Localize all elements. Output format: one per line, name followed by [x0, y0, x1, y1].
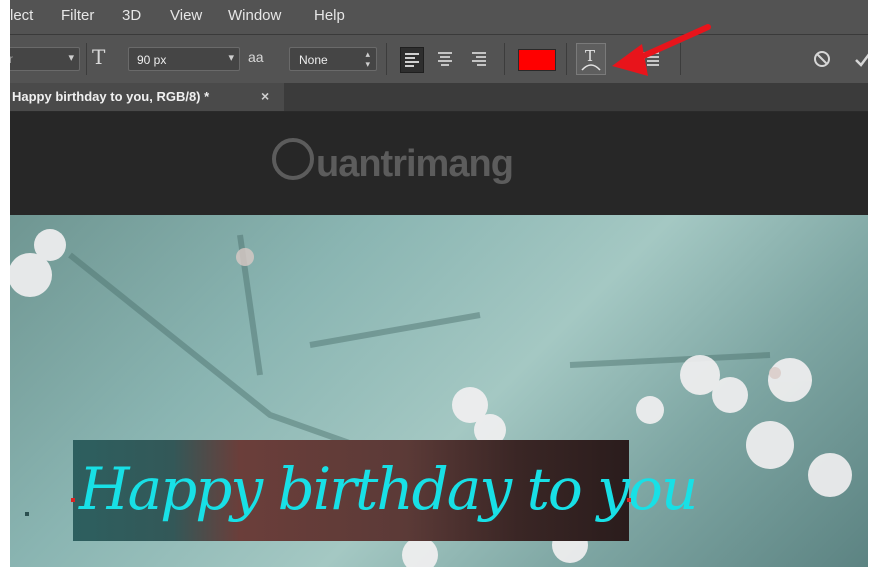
separator	[566, 43, 567, 75]
align-left-icon	[405, 53, 419, 67]
svg-text:T: T	[585, 47, 595, 65]
align-center-icon	[438, 52, 452, 66]
menu-help[interactable]: Help	[314, 7, 345, 24]
checkmark-icon	[855, 53, 868, 67]
panel-icon	[641, 52, 659, 66]
align-left-button[interactable]	[400, 47, 424, 73]
close-icon[interactable]: ×	[261, 88, 269, 104]
canvas-text: Happy birthday to you	[79, 455, 698, 523]
bulb-icon	[272, 138, 314, 180]
text-anchor	[25, 512, 29, 516]
menu-view[interactable]: View	[170, 7, 202, 24]
separator	[386, 43, 387, 75]
text-layer-selection[interactable]: Happy birthday to you	[25, 440, 698, 541]
separator	[680, 43, 681, 75]
align-right-button[interactable]	[468, 47, 490, 71]
text-cursor	[71, 498, 75, 502]
text-cursor	[627, 498, 631, 502]
character-panel-button[interactable]	[638, 47, 662, 71]
antialias-dropdown[interactable]: None ▴ ▾	[289, 47, 377, 71]
document-tab-title: Happy birthday to you, RGB/8) *	[12, 89, 210, 104]
font-family-dropdown[interactable]: r ▾	[10, 47, 80, 71]
chevron-down-icon: ▾	[68, 52, 74, 64]
watermark: uantrimang	[272, 138, 514, 186]
menu-filter[interactable]: Filter	[61, 7, 94, 24]
separator	[504, 43, 505, 75]
align-center-button[interactable]	[434, 47, 456, 71]
commit-button[interactable]	[852, 47, 868, 71]
photoshop-window: lect Filter 3D View Window Help r ▾ T 90…	[10, 0, 868, 567]
watermark-text: uantrimang	[316, 143, 514, 185]
spinner-arrows-icon: ▴ ▾	[365, 49, 370, 69]
warp-text-icon: T	[581, 47, 601, 71]
menu-3d[interactable]: 3D	[122, 7, 141, 24]
document-tab-bar: Happy birthday to you, RGB/8) * ×	[10, 83, 868, 112]
cancel-icon	[814, 51, 830, 67]
menu-bar: lect Filter 3D View Window Help	[10, 0, 868, 34]
menu-select[interactable]: lect	[10, 7, 33, 24]
cancel-button[interactable]	[810, 47, 834, 71]
text-color-swatch[interactable]	[518, 49, 556, 71]
chevron-down-icon: ▾	[228, 52, 234, 64]
antialias-value: None	[299, 53, 328, 67]
font-size-dropdown[interactable]: 90 px ▾	[128, 47, 240, 71]
menu-window[interactable]: Window	[228, 7, 281, 24]
document-tab[interactable]: Happy birthday to you, RGB/8) * ×	[10, 83, 284, 111]
font-size-value: 90 px	[137, 53, 167, 67]
align-right-icon	[472, 52, 486, 66]
warp-text-button[interactable]: T	[576, 43, 606, 75]
options-bar: r ▾ T 90 px ▾ aa None ▴ ▾ T	[10, 34, 868, 85]
separator	[86, 43, 87, 75]
antialias-icon: aa	[248, 49, 264, 65]
font-size-icon: T	[92, 45, 106, 69]
